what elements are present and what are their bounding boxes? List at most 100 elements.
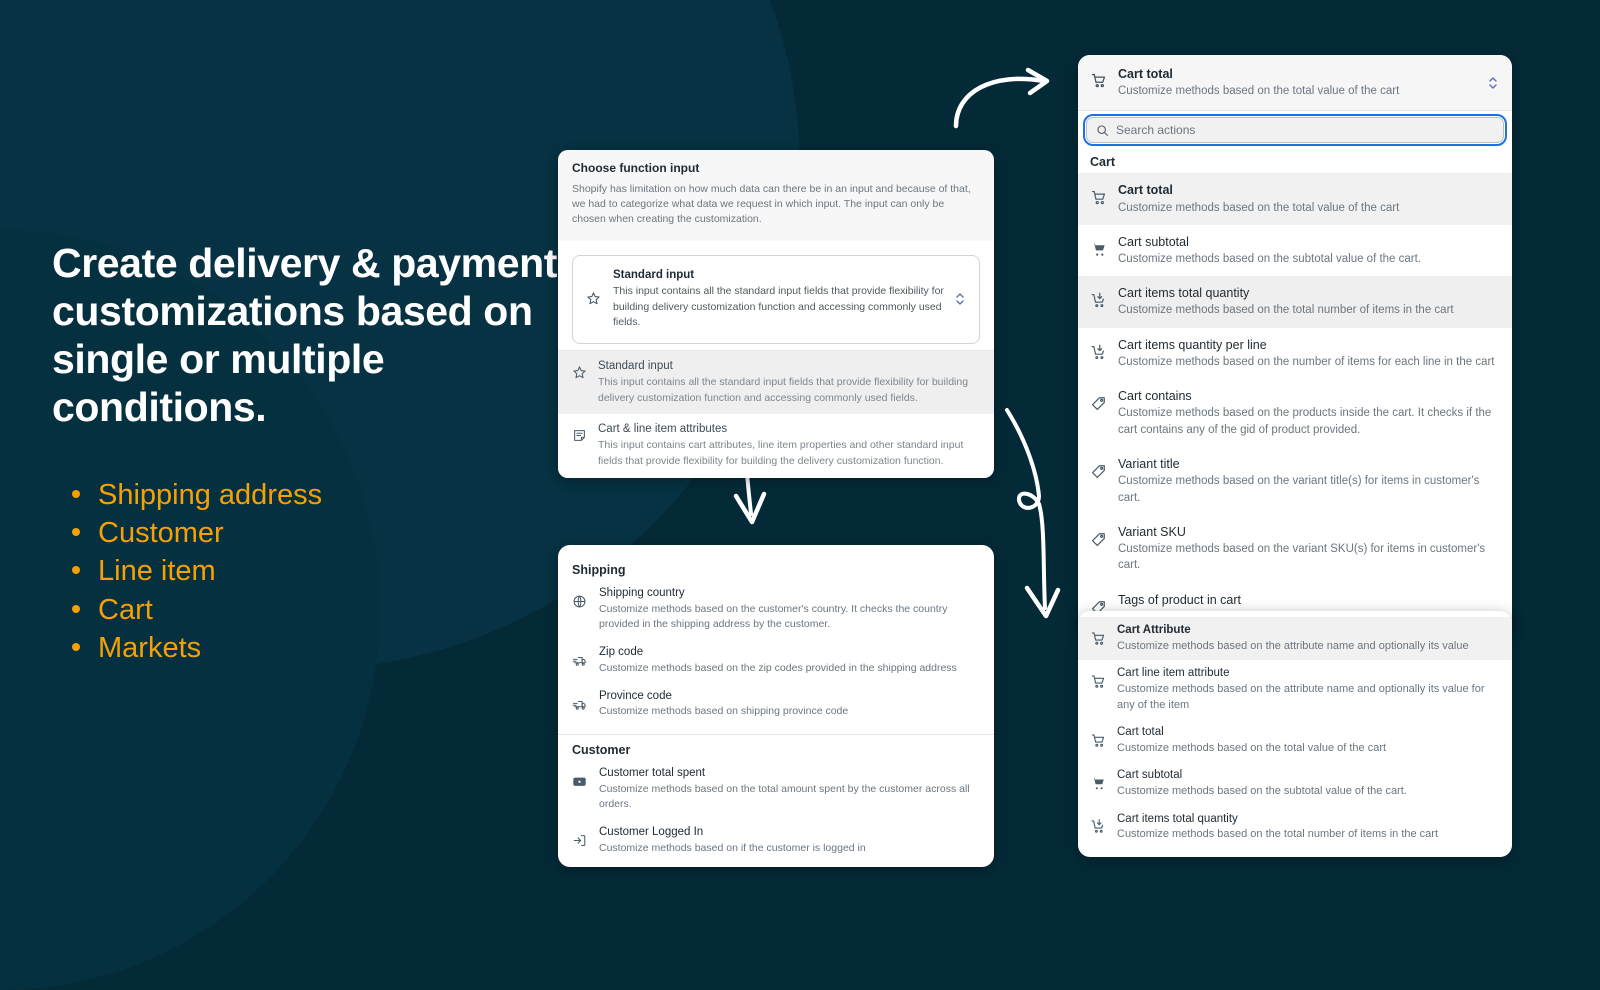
shipping-customer-panel[interactable]: Shipping Shipping country Customize method… [558, 545, 994, 867]
list-item[interactable]: Cart total Customize methods based on the… [1078, 173, 1512, 225]
cart-filled-icon [1090, 775, 1106, 791]
list-item-title: Zip code [599, 646, 644, 659]
list-item[interactable]: Cart subtotal Customize methods based on … [1078, 225, 1512, 276]
search-icon [1096, 124, 1109, 137]
list-item-title: Cart contains [1118, 389, 1192, 404]
group-label: Shipping [572, 563, 626, 577]
list-item-description: Customize methods based on the subtotal … [1118, 253, 1422, 266]
cart-group-label: Cart [1090, 155, 1116, 170]
list-item-description: Customize methods based on the variant S… [1118, 542, 1486, 572]
tag-icon [1090, 463, 1107, 480]
list-item-description: Customize methods based on the products … [1118, 407, 1492, 436]
list-item[interactable]: Cart items total quantity Customize metho… [1078, 276, 1512, 328]
cart-download-icon [1090, 344, 1107, 361]
arrow-to-cart-attribute-panel [1005, 408, 1061, 619]
cart-attribute-option-list: Cart Attribute Customize methods based on… [1078, 617, 1512, 849]
cart-total-option-list: Cart total Customize methods based on the… [1078, 173, 1512, 634]
list-item-description: Customize methods based on the subtotal … [1117, 785, 1407, 798]
list-item-title: Cart total [1117, 726, 1164, 739]
list-item-description: Customize methods based on the attribute… [1117, 639, 1469, 652]
function-input-selected-title: Standard input [613, 268, 695, 281]
list-item[interactable]: Cart & line item attributes This input co… [558, 414, 994, 477]
function-input-selected-description: This input contains all the standard inp… [613, 284, 944, 329]
list-item-description: Customize methods based on the number of… [1118, 355, 1495, 368]
function-input-header: Choose function input Shopify has limita… [558, 150, 994, 241]
cart-icon [1090, 732, 1106, 748]
list-item-title: Cart & line item attributes [598, 423, 728, 436]
list-item-description: Customize methods based on shipping prov… [599, 705, 849, 718]
feature-list-item: Cart [72, 591, 592, 629]
delivery-truck-icon [572, 653, 587, 668]
list-item-description: Customize methods based on the total num… [1117, 828, 1438, 841]
feature-list-item: Markets [72, 629, 592, 667]
list-item-title: Variant SKU [1118, 524, 1186, 539]
tag-icon [1090, 395, 1107, 412]
delivery-truck-icon [572, 697, 587, 712]
list-item-description: Customize methods based on if the custom… [599, 841, 866, 854]
list-item[interactable]: Province code Customize methods based on … [558, 683, 994, 726]
list-item-title: Cart line item attribute [1117, 667, 1230, 680]
list-item-title: Cart Attribute [1117, 624, 1191, 636]
group-divider [558, 734, 994, 736]
cart-download-icon [1090, 819, 1106, 835]
list-item[interactable]: Customer Logged In Customize methods base… [558, 819, 994, 862]
list-item-title: Standard input [598, 360, 673, 373]
cart-icon [1090, 673, 1106, 689]
list-item[interactable]: Variant title Customize methods based on … [1078, 447, 1512, 515]
list-item-title: Tags of product in cart [1118, 592, 1241, 607]
list-item[interactable]: Cart items quantity per line Customize me… [1078, 328, 1512, 379]
search-input[interactable] [1116, 122, 1494, 139]
function-input-select-trigger[interactable]: Standard input This input contains all t… [572, 254, 980, 345]
star-icon [586, 291, 601, 306]
list-item-description: Customize methods based on the customer'… [599, 602, 948, 631]
feature-list-item: Line item [72, 552, 592, 590]
list-item[interactable]: Cart contains Customize methods based on … [1078, 379, 1512, 447]
note-icon [572, 428, 587, 443]
chevron-updown-icon[interactable] [955, 291, 965, 307]
list-item-description: Customize methods based on the attribute… [1117, 682, 1485, 711]
list-item[interactable]: Cart total Customize methods based on the… [1078, 719, 1512, 762]
list-item-title: Cart subtotal [1118, 234, 1189, 249]
list-item-description: Customize methods based on the variant t… [1118, 475, 1480, 504]
list-item[interactable]: Zip code Customize methods based on the z… [558, 639, 994, 682]
cart-total-title: Cart total [1118, 67, 1173, 81]
cart-icon [1090, 630, 1106, 646]
list-item[interactable]: Standard input This input contains all th… [558, 351, 994, 415]
choose-function-input-panel[interactable]: Choose function input Shopify has limita… [558, 150, 994, 478]
list-item[interactable]: Cart Attribute Customize methods based on… [1078, 617, 1512, 661]
cart-icon [1090, 189, 1107, 206]
list-item-title: Cart items total quantity [1117, 812, 1238, 825]
list-item[interactable]: Shipping country Customize methods based … [558, 580, 994, 639]
globe-icon [572, 594, 587, 609]
list-item[interactable]: Cart subtotal Customize methods based on … [1078, 762, 1512, 805]
function-input-description: Shopify has limitation on how much data … [572, 183, 971, 226]
function-input-option-list: Standard input This input contains all th… [558, 350, 994, 478]
feature-list: Shipping address Customer Line item Cart Mar… [52, 476, 592, 667]
hero-section: Create delivery & payment customizations… [52, 240, 592, 667]
cart-attribute-dropdown-panel[interactable]: Cart Attribute Customize methods based on… [1078, 611, 1512, 858]
tag-icon [1090, 531, 1107, 548]
list-item-title: Variant title [1118, 457, 1180, 472]
function-input-title: Choose function input [572, 161, 700, 175]
list-item-title: Customer total spent [599, 767, 706, 780]
cart-total-description: Customize methods based on the total val… [1118, 85, 1400, 98]
cart-download-icon [1090, 292, 1107, 309]
list-item-description: This input contains all the standard inp… [598, 375, 969, 404]
feature-list-item: Shipping address [72, 476, 592, 514]
list-item-title: Customer Logged In [599, 826, 704, 839]
chevron-updown-icon[interactable] [1488, 75, 1498, 91]
list-item[interactable]: Cart items total quantity Customize metho… [1078, 806, 1512, 849]
list-item[interactable]: Customer total spent Customize methods ba… [558, 760, 994, 819]
list-item[interactable]: Cart line item attribute Customize method… [1078, 660, 1512, 719]
star-icon [572, 365, 587, 380]
page-title: Create delivery & payment customizations… [52, 240, 558, 430]
list-item-description: Customize methods based on the zip codes… [599, 661, 957, 674]
list-item[interactable]: Variant SKU Customize methods based on th… [1078, 515, 1512, 583]
list-item-title: Shipping country [599, 587, 685, 599]
cart-total-select-trigger[interactable]: Cart total Customize methods based on th… [1078, 55, 1512, 112]
list-item-description: This input contains cart attributes, lin… [598, 439, 964, 467]
cart-total-dropdown-panel[interactable]: Cart total Customize methods based on th… [1078, 55, 1512, 635]
list-item-title: Cart total [1118, 183, 1173, 198]
search-actions-box[interactable] [1083, 114, 1507, 147]
list-item-title: Province code [599, 689, 672, 702]
